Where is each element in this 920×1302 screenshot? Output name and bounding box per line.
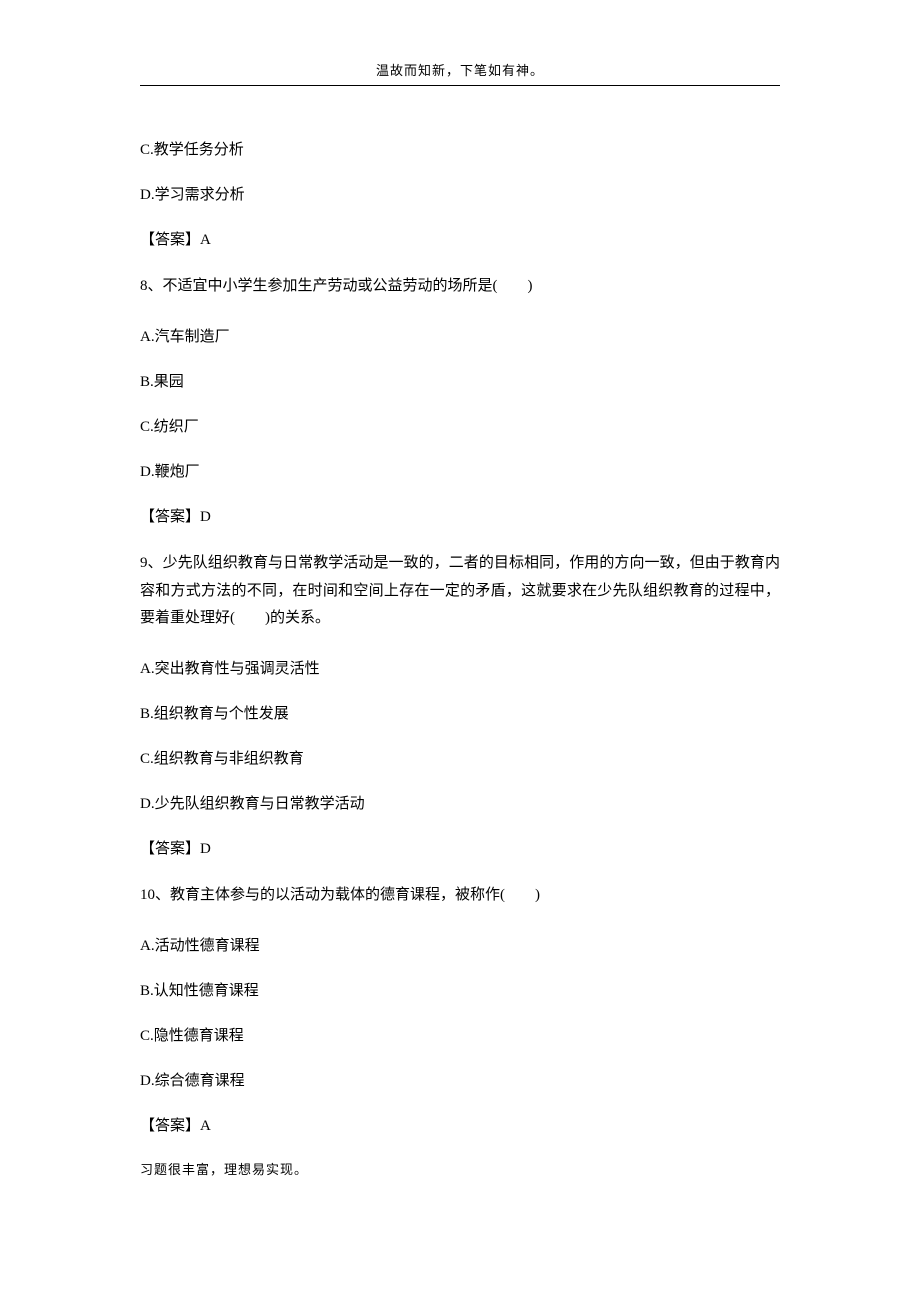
q9-option-d: D.少先队组织教育与日常教学活动	[140, 792, 780, 813]
q8-option-d: D.鞭炮厂	[140, 460, 780, 481]
q10-option-b: B.认知性德育课程	[140, 979, 780, 1000]
q8-answer: 【答案】D	[140, 505, 780, 526]
q10-option-d: D.综合德育课程	[140, 1069, 780, 1090]
q10-answer: 【答案】A	[140, 1114, 780, 1135]
q10-text: 10、教育主体参与的以活动为载体的德育课程，被称作( )	[140, 882, 780, 910]
q7-option-d: D.学习需求分析	[140, 183, 780, 204]
q9-option-a: A.突出教育性与强调灵活性	[140, 657, 780, 678]
q7-answer: 【答案】A	[140, 228, 780, 249]
q8-text: 8、不适宜中小学生参加生产劳动或公益劳动的场所是( )	[140, 273, 780, 301]
q10-option-a: A.活动性德育课程	[140, 934, 780, 955]
q9-text: 9、少先队组织教育与日常教学活动是一致的，二者的目标相同，作用的方向一致，但由于…	[140, 550, 780, 633]
q8-option-a: A.汽车制造厂	[140, 325, 780, 346]
q10-option-c: C.隐性德育课程	[140, 1024, 780, 1045]
document-page: 温故而知新，下笔如有神。 C.教学任务分析 D.学习需求分析 【答案】A 8、不…	[0, 0, 920, 1218]
q9-option-c: C.组织教育与非组织教育	[140, 747, 780, 768]
header-divider	[140, 85, 780, 86]
page-footer: 习题很丰富，理想易实现。	[140, 1159, 780, 1178]
q9-option-b: B.组织教育与个性发展	[140, 702, 780, 723]
q8-option-b: B.果园	[140, 370, 780, 391]
q7-option-c: C.教学任务分析	[140, 138, 780, 159]
q9-answer: 【答案】D	[140, 837, 780, 858]
q8-option-c: C.纺织厂	[140, 415, 780, 436]
page-header: 温故而知新，下笔如有神。	[140, 60, 780, 85]
